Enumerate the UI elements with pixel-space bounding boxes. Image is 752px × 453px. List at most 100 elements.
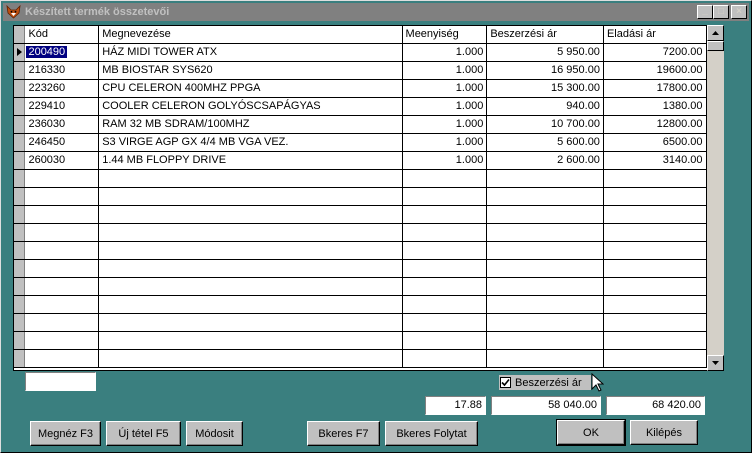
- cell-kod[interactable]: 260030: [24, 151, 100, 170]
- column-header-mennyiseg[interactable]: Meenyiség: [402, 26, 488, 44]
- cell-eladasi-ar[interactable]: [603, 313, 707, 332]
- cell-megnevezes[interactable]: [98, 313, 403, 332]
- cell-kod[interactable]: [24, 295, 100, 314]
- table-row[interactable]: 216330 MB BIOSTAR SYS620 1.000 16 950.00 196…: [14, 61, 723, 80]
- table-row[interactable]: [14, 277, 723, 296]
- row-indicator[interactable]: [14, 79, 26, 98]
- cell-kod[interactable]: [24, 259, 100, 278]
- cell-kod[interactable]: [24, 241, 100, 260]
- cell-mennyiseg[interactable]: [402, 259, 488, 278]
- components-grid[interactable]: Kód Megnevezése Meenyiség Beszerzési ár …: [13, 25, 724, 371]
- column-header-kod[interactable]: Kód: [24, 26, 100, 44]
- cell-eladasi-ar[interactable]: 17800.00: [603, 79, 707, 98]
- cell-eladasi-ar[interactable]: 3140.00: [603, 151, 707, 170]
- row-indicator[interactable]: [14, 97, 26, 116]
- row-indicator[interactable]: [14, 223, 26, 242]
- cell-megnevezes[interactable]: [98, 187, 403, 206]
- cell-beszerzesi-ar[interactable]: [486, 241, 604, 260]
- cell-megnevezes[interactable]: RAM 32 MB SDRAM/100MHZ: [98, 115, 403, 134]
- cell-kod[interactable]: [24, 187, 100, 206]
- purchase-price-checkbox[interactable]: Beszerzési ár: [499, 375, 591, 390]
- scroll-up-button[interactable]: [707, 25, 724, 41]
- cell-kod[interactable]: 200490: [24, 43, 100, 62]
- row-indicator[interactable]: [14, 169, 26, 188]
- exit-button[interactable]: Kilépés: [630, 420, 698, 445]
- cell-kod[interactable]: 229410: [24, 97, 100, 116]
- cell-beszerzesi-ar[interactable]: 5 600.00: [486, 133, 604, 152]
- cell-kod[interactable]: [24, 169, 100, 188]
- cell-megnevezes[interactable]: [98, 169, 403, 188]
- cell-mennyiseg[interactable]: [402, 295, 488, 314]
- cell-kod[interactable]: [24, 349, 100, 368]
- maximize-button[interactable]: □: [713, 5, 729, 19]
- search-input[interactable]: [25, 372, 96, 391]
- cell-kod[interactable]: 246450: [24, 133, 100, 152]
- row-indicator[interactable]: [14, 43, 26, 62]
- cell-megnevezes[interactable]: [98, 349, 403, 368]
- search-button[interactable]: Bkeres F7: [307, 421, 380, 446]
- row-indicator[interactable]: [14, 115, 26, 134]
- cell-kod[interactable]: [24, 277, 100, 296]
- cell-kod[interactable]: 216330: [24, 61, 100, 80]
- cell-beszerzesi-ar[interactable]: [486, 295, 604, 314]
- cell-beszerzesi-ar[interactable]: 15 300.00: [486, 79, 604, 98]
- table-row[interactable]: 236030 RAM 32 MB SDRAM/100MHZ 1.000 10 700.…: [14, 115, 723, 134]
- cell-eladasi-ar[interactable]: 6500.00: [603, 133, 707, 152]
- cell-eladasi-ar[interactable]: [603, 241, 707, 260]
- table-row[interactable]: [14, 241, 723, 260]
- cell-beszerzesi-ar[interactable]: 2 600.00: [486, 151, 604, 170]
- cell-beszerzesi-ar[interactable]: 5 950.00: [486, 43, 604, 62]
- table-row[interactable]: [14, 295, 723, 314]
- table-row[interactable]: [14, 205, 723, 224]
- cell-kod[interactable]: 223260: [24, 79, 100, 98]
- cell-eladasi-ar[interactable]: [603, 187, 707, 206]
- cell-eladasi-ar[interactable]: [603, 259, 707, 278]
- cell-kod[interactable]: [24, 205, 100, 224]
- minimize-button[interactable]: _: [697, 5, 713, 19]
- row-indicator[interactable]: [14, 61, 26, 80]
- cell-beszerzesi-ar[interactable]: [486, 205, 604, 224]
- table-row[interactable]: 260030 1.44 MB FLOPPY DRIVE 1.000 2 600.00 3…: [14, 151, 723, 170]
- cell-mennyiseg[interactable]: 1.000: [402, 61, 488, 80]
- checkbox-box[interactable]: [500, 377, 511, 388]
- close-button[interactable]: ×: [731, 5, 747, 19]
- cell-mennyiseg[interactable]: [402, 169, 488, 188]
- new-item-button[interactable]: Új tétel F5: [106, 421, 181, 446]
- row-indicator[interactable]: [14, 331, 26, 350]
- cell-eladasi-ar[interactable]: [603, 169, 707, 188]
- cell-mennyiseg[interactable]: [402, 331, 488, 350]
- row-indicator[interactable]: [14, 277, 26, 296]
- column-header-megnevezes[interactable]: Megnevezése: [98, 26, 403, 44]
- cell-megnevezes[interactable]: COOLER CELERON GOLYÓSCSAPÁGYAS: [98, 97, 403, 116]
- cell-mennyiseg[interactable]: 1.000: [402, 79, 488, 98]
- scroll-down-button[interactable]: [707, 355, 724, 371]
- table-row[interactable]: [14, 349, 723, 368]
- table-row[interactable]: [14, 187, 723, 206]
- cell-eladasi-ar[interactable]: [603, 223, 707, 242]
- cell-megnevezes[interactable]: S3 VIRGE AGP GX 4/4 MB VGA VEZ.: [98, 133, 403, 152]
- cell-beszerzesi-ar[interactable]: [486, 169, 604, 188]
- ok-button[interactable]: OK: [556, 419, 626, 446]
- cell-mennyiseg[interactable]: 1.000: [402, 43, 488, 62]
- cell-mennyiseg[interactable]: 1.000: [402, 97, 488, 116]
- table-row[interactable]: [14, 223, 723, 242]
- modify-button[interactable]: Módosit: [186, 421, 243, 446]
- cell-megnevezes[interactable]: [98, 331, 403, 350]
- table-row[interactable]: 246450 S3 VIRGE AGP GX 4/4 MB VGA VEZ. 1.0…: [14, 133, 723, 152]
- row-indicator[interactable]: [14, 133, 26, 152]
- cell-megnevezes[interactable]: [98, 241, 403, 260]
- cell-beszerzesi-ar[interactable]: [486, 187, 604, 206]
- cell-mennyiseg[interactable]: [402, 187, 488, 206]
- search-continue-button[interactable]: Bkeres Folytat: [385, 421, 478, 446]
- cell-megnevezes[interactable]: [98, 295, 403, 314]
- table-row[interactable]: [14, 313, 723, 332]
- cell-mennyiseg[interactable]: [402, 349, 488, 368]
- cell-eladasi-ar[interactable]: 12800.00: [603, 115, 707, 134]
- cell-megnevezes[interactable]: [98, 277, 403, 296]
- cell-kod[interactable]: [24, 223, 100, 242]
- row-indicator[interactable]: [14, 259, 26, 278]
- cell-beszerzesi-ar[interactable]: [486, 223, 604, 242]
- cell-beszerzesi-ar[interactable]: [486, 313, 604, 332]
- cell-mennyiseg[interactable]: [402, 223, 488, 242]
- cell-beszerzesi-ar[interactable]: [486, 259, 604, 278]
